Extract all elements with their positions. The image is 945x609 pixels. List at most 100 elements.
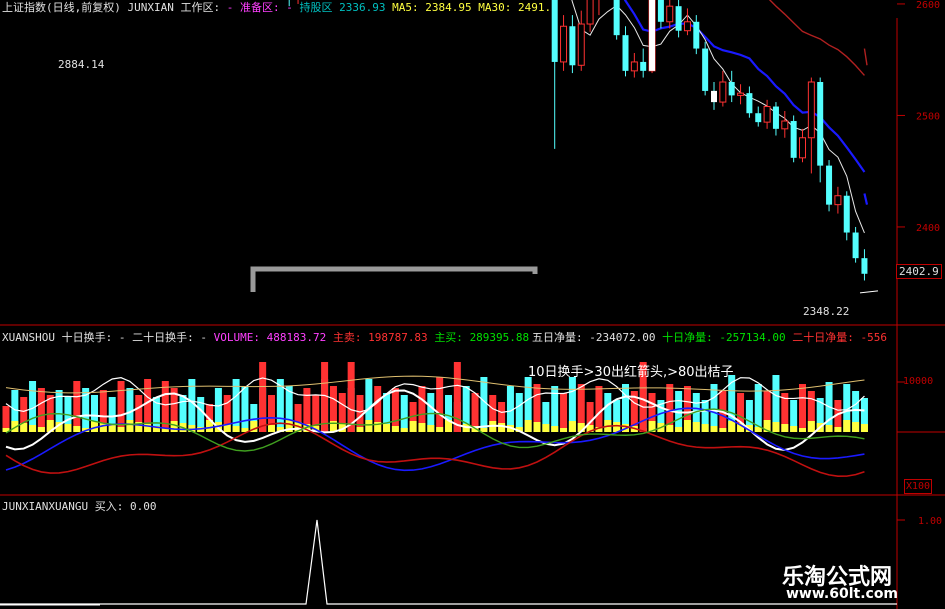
candle-body-up (683, 21, 691, 32)
candle-body-down (693, 21, 700, 49)
prep-zone-value: - (286, 1, 293, 14)
main-sell-value: 198787.83 (368, 331, 428, 344)
turnover-white-line (5, 377, 865, 414)
last-price-tag: 2402.9 (896, 264, 942, 279)
volume-bar-base (772, 422, 780, 432)
volume-spike (259, 362, 267, 432)
formula-name: JUNXIAN (127, 1, 174, 14)
ma5-label: MA5: (392, 1, 419, 14)
ten-day-turnover-label: 十日换手: (61, 331, 113, 344)
low-price-value: 2348.22 (803, 305, 850, 318)
twenty-day-net-value: -556 (860, 331, 887, 344)
twenty-day-net-label: 二十日净量: (792, 331, 854, 344)
ma30-label: MA30: (478, 1, 512, 14)
candle-body-down (702, 48, 709, 91)
indicator-axis-top: 1.00 (918, 516, 943, 527)
candle-body-down (826, 165, 833, 205)
five-day-net-value: -234072.00 (589, 331, 656, 344)
volume-bar (515, 393, 523, 432)
candle-body-down (613, 0, 620, 36)
candle-body-down (640, 61, 647, 71)
price-axis: 2700260025002400 (897, 0, 940, 234)
candle-body-down (852, 232, 859, 259)
indicator-panel-header: JUNXIANXUANGU 买入: 0.00 (2, 500, 156, 513)
candle-body-down (746, 93, 753, 114)
ma5-line (571, 0, 865, 234)
volume-bar (241, 386, 249, 432)
indicator-formula-name: JUNXIANXUANGU (2, 500, 89, 513)
price-tick-label: 2600 (916, 0, 940, 11)
watermark-url: www.60lt.com (786, 586, 899, 602)
volume-bar-base (108, 425, 116, 432)
buy-signal-value: 0.00 (129, 500, 157, 513)
volume-bar-base (852, 422, 860, 432)
twenty-day-turnover-value: - (200, 331, 207, 344)
volume-bar-base (666, 425, 674, 432)
candle-body-down (728, 82, 735, 96)
volume-bar-base (409, 421, 417, 432)
work-zone-label: 工作区: (180, 1, 221, 14)
ma10-line (623, 0, 866, 173)
volume-bar (595, 386, 603, 432)
volume-bar-base (790, 426, 798, 432)
volume-bar-base (418, 423, 426, 432)
candle-body-down (622, 35, 629, 71)
volume-bar-base (710, 426, 718, 432)
candle-body-up (737, 92, 745, 96)
volume-bar (73, 381, 81, 432)
price-tick-label: 2500 (916, 111, 940, 122)
candle-body-up (834, 195, 842, 206)
volume-bar-base (560, 428, 568, 432)
main-buy-label: 主买: (434, 331, 463, 344)
volume-bar-base (232, 426, 240, 432)
candle-body-up (807, 81, 815, 139)
volume-bar-base (860, 424, 868, 432)
candle-body-up (630, 61, 638, 72)
volume-bar-base (73, 426, 81, 432)
overlay-box (250, 266, 538, 292)
candle-body-down (675, 6, 682, 31)
volume-bar-base (268, 425, 275, 432)
volume-bar-base (400, 428, 408, 432)
volume-bar-base (498, 423, 506, 432)
volume-bar-base (427, 425, 435, 432)
hold-zone-value: 2336.93 (339, 1, 386, 14)
volume-bar-base (683, 420, 691, 432)
volume-bar-base (37, 427, 45, 432)
hold-zone-label: 持股区 (299, 1, 333, 14)
candle-body-down (772, 106, 779, 129)
low-price-marker: 2348.22 (803, 305, 849, 318)
candle-body-up (763, 106, 771, 123)
net-green-line (5, 408, 865, 452)
volume-bar-base (807, 421, 815, 432)
prep-zone-label: 准备区: (239, 1, 280, 14)
volume-bar (436, 377, 444, 432)
candle-body-up (560, 25, 568, 63)
volume-bar-base (825, 425, 833, 432)
volume-bar (188, 379, 196, 432)
volume-bar-base (29, 425, 37, 432)
ma5-value: 2384.95 (425, 1, 472, 14)
volume-panel-header: XUANSHOU 十日换手: - 二十日换手: - VOLUME: 488183… (2, 331, 529, 344)
avg-line (5, 375, 865, 394)
candle-body-down (843, 195, 850, 233)
volume-bar-base (542, 424, 550, 432)
volume-bar-base (781, 424, 789, 432)
ma30-value: 2491. (517, 1, 552, 14)
volume-axis-unit: X100 (904, 479, 933, 494)
price-tick-label: 2400 (916, 223, 940, 234)
ten-day-turnover-value: - (118, 331, 126, 344)
volume-bar-base (843, 420, 851, 432)
candle-body-down (569, 26, 576, 66)
candlestick-series (288, 0, 868, 281)
volume-bar-base (799, 428, 806, 432)
ma10-extension (863, 193, 869, 205)
volume-bar (400, 395, 408, 432)
volume-bar (37, 388, 45, 432)
turnover-thick-line (5, 389, 865, 451)
candle-body-down (551, 0, 558, 62)
volume-spike (453, 362, 461, 432)
volume-bar-base (701, 424, 709, 432)
ten-day-net-label: 十日净量: (662, 331, 713, 344)
volume-bar-base (356, 427, 364, 432)
